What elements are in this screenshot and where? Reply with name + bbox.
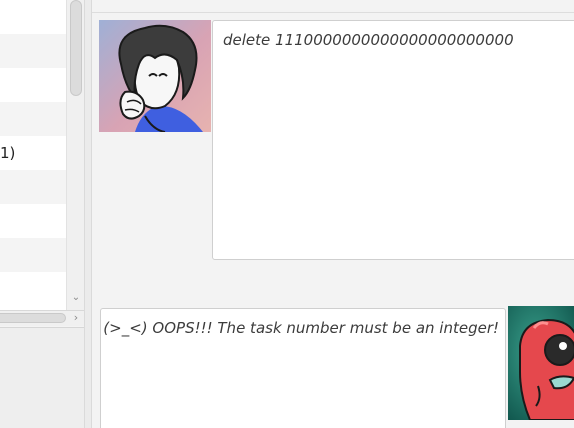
task-list-vertical-scrollbar[interactable]: ⌄ — [66, 0, 84, 310]
bot-avatar-icon — [508, 306, 574, 420]
list-item[interactable]: 1) — [0, 136, 66, 170]
list-item-text: 1) — [0, 144, 16, 162]
task-list-panel: 1) — [0, 0, 66, 310]
user-message-bubble: delete 1110000000000000000000000 — [212, 20, 574, 260]
left-bottom-panel — [0, 327, 84, 428]
list-item[interactable] — [0, 238, 66, 272]
chat-panel: delete 1110000000000000000000000 (>_<) O… — [92, 0, 574, 428]
horizontal-scroll-thumb[interactable] — [0, 313, 66, 323]
bot-message-text: (>_<) OOPS!!! The task number must be an… — [103, 319, 499, 337]
list-item[interactable] — [0, 68, 66, 102]
user-message-text: delete 1110000000000000000000000 — [223, 31, 514, 49]
list-item[interactable] — [0, 102, 66, 136]
list-item[interactable] — [0, 170, 66, 204]
vertical-scroll-thumb[interactable] — [70, 0, 82, 96]
list-item[interactable] — [0, 272, 66, 306]
list-item[interactable] — [0, 204, 66, 238]
list-item[interactable] — [0, 34, 66, 68]
split-pane-divider[interactable] — [84, 0, 92, 428]
user-avatar-icon — [99, 20, 211, 132]
list-item[interactable] — [0, 0, 66, 34]
scroll-right-arrow-icon[interactable]: › — [70, 312, 82, 324]
chat-separator — [92, 12, 574, 13]
bot-message-bubble: (>_<) OOPS!!! The task number must be an… — [100, 308, 506, 428]
scroll-down-arrow-icon[interactable]: ⌄ — [70, 292, 82, 304]
task-list-horizontal-scrollbar[interactable]: › — [0, 310, 84, 326]
